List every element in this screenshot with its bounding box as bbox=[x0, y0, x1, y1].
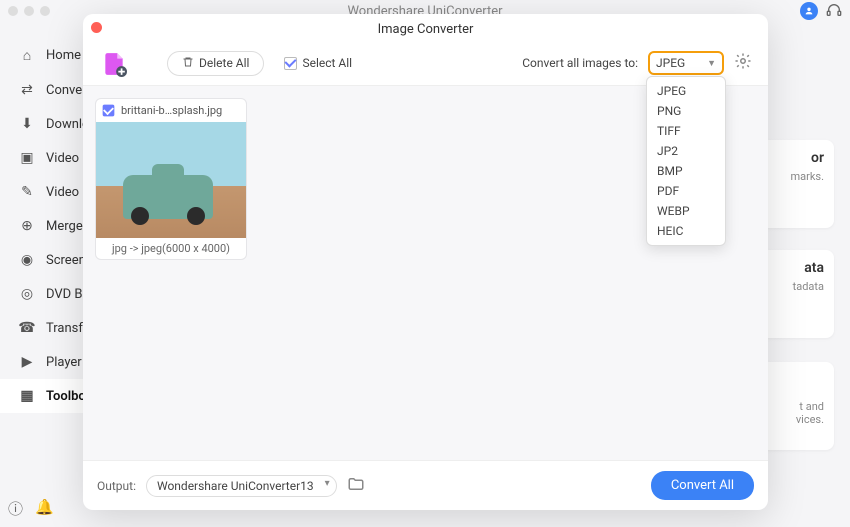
output-path-value: Wondershare UniConverter13 bbox=[157, 479, 314, 493]
image-thumbnail bbox=[96, 122, 246, 238]
sidebar-item-label: Home bbox=[46, 48, 81, 63]
format-option-bmp[interactable]: BMP bbox=[647, 161, 725, 181]
trash-icon bbox=[182, 56, 194, 71]
sidebar-item-label: Merger bbox=[46, 219, 87, 234]
bg-card-sub: marks. bbox=[764, 170, 824, 183]
delete-all-label: Delete All bbox=[199, 56, 249, 70]
toolbox-icon: ▦ bbox=[18, 388, 36, 404]
format-option-tiff[interactable]: TIFF bbox=[647, 121, 725, 141]
sidebar-item-label: Player bbox=[46, 355, 82, 370]
window-minimize[interactable] bbox=[24, 6, 34, 16]
format-option-jp2[interactable]: JP2 bbox=[647, 141, 725, 161]
window-controls[interactable] bbox=[8, 6, 50, 16]
user-avatar[interactable] bbox=[800, 2, 818, 20]
modal-title: Image Converter bbox=[83, 14, 768, 41]
select-all-checkbox[interactable] bbox=[284, 57, 297, 70]
chevron-down-icon: ▼ bbox=[707, 58, 716, 69]
record-icon: ◉ bbox=[18, 252, 36, 268]
image-conversion-info: jpg -> jpeg(6000 x 4000) bbox=[96, 238, 246, 259]
output-path-select[interactable]: Wondershare UniConverter13 bbox=[146, 475, 337, 497]
support-icon[interactable] bbox=[826, 2, 842, 21]
format-option-heic[interactable]: HEIC bbox=[647, 221, 725, 241]
player-icon: ▶ bbox=[18, 354, 36, 370]
format-option-webp[interactable]: WEBP bbox=[647, 201, 725, 221]
convert-all-button[interactable]: Convert All bbox=[651, 471, 754, 500]
select-all-toggle[interactable]: Select All bbox=[284, 56, 352, 70]
notifications-icon[interactable]: 🔔 bbox=[35, 498, 54, 519]
convert-to-label: Convert all images to: bbox=[522, 56, 638, 70]
compress-icon: ▣ bbox=[18, 150, 36, 166]
window-close[interactable] bbox=[8, 6, 18, 16]
image-filename: brittani-b…splash.jpg bbox=[121, 104, 240, 117]
modal-close-button[interactable] bbox=[91, 22, 102, 33]
image-converter-modal: Image Converter Delete All Select All Co… bbox=[83, 14, 768, 510]
add-image-button[interactable] bbox=[99, 49, 127, 77]
bg-card-title: ata bbox=[764, 260, 824, 276]
modal-footer: Output: Wondershare UniConverter13 Conve… bbox=[83, 460, 768, 510]
output-label: Output: bbox=[97, 479, 136, 493]
select-all-label: Select All bbox=[302, 56, 352, 70]
convert-icon: ⇄ bbox=[18, 82, 36, 98]
image-select-checkbox[interactable] bbox=[103, 105, 115, 117]
delete-all-button[interactable]: Delete All bbox=[167, 51, 264, 76]
format-option-pdf[interactable]: PDF bbox=[647, 181, 725, 201]
transfer-icon: ☎ bbox=[18, 320, 36, 336]
help-icon[interactable]: ⓘ bbox=[8, 498, 23, 519]
settings-icon[interactable] bbox=[734, 52, 752, 74]
format-option-jpeg[interactable]: JPEG bbox=[647, 81, 725, 101]
output-format-select[interactable]: JPEG ▼ bbox=[648, 51, 724, 75]
download-icon: ⬇ bbox=[18, 116, 36, 132]
merge-icon: ⊕ bbox=[18, 218, 36, 234]
format-dropdown: JPEG PNG TIFF JP2 BMP PDF WEBP HEIC bbox=[646, 76, 726, 246]
window-zoom[interactable] bbox=[40, 6, 50, 16]
format-option-png[interactable]: PNG bbox=[647, 101, 725, 121]
dvd-icon: ◎ bbox=[18, 286, 36, 302]
edit-icon: ✎ bbox=[18, 184, 36, 200]
open-folder-button[interactable] bbox=[347, 475, 365, 497]
home-icon: ⌂ bbox=[18, 47, 36, 64]
bg-card-title: or bbox=[764, 150, 824, 166]
bg-card-sub: t and bbox=[764, 400, 824, 413]
bg-card-sub: tadata bbox=[764, 280, 824, 293]
bg-card-sub: vices. bbox=[764, 413, 824, 426]
image-card[interactable]: brittani-b…splash.jpg jpg -> jpeg(6000 x… bbox=[95, 98, 247, 260]
format-selected-value: JPEG bbox=[656, 56, 685, 70]
